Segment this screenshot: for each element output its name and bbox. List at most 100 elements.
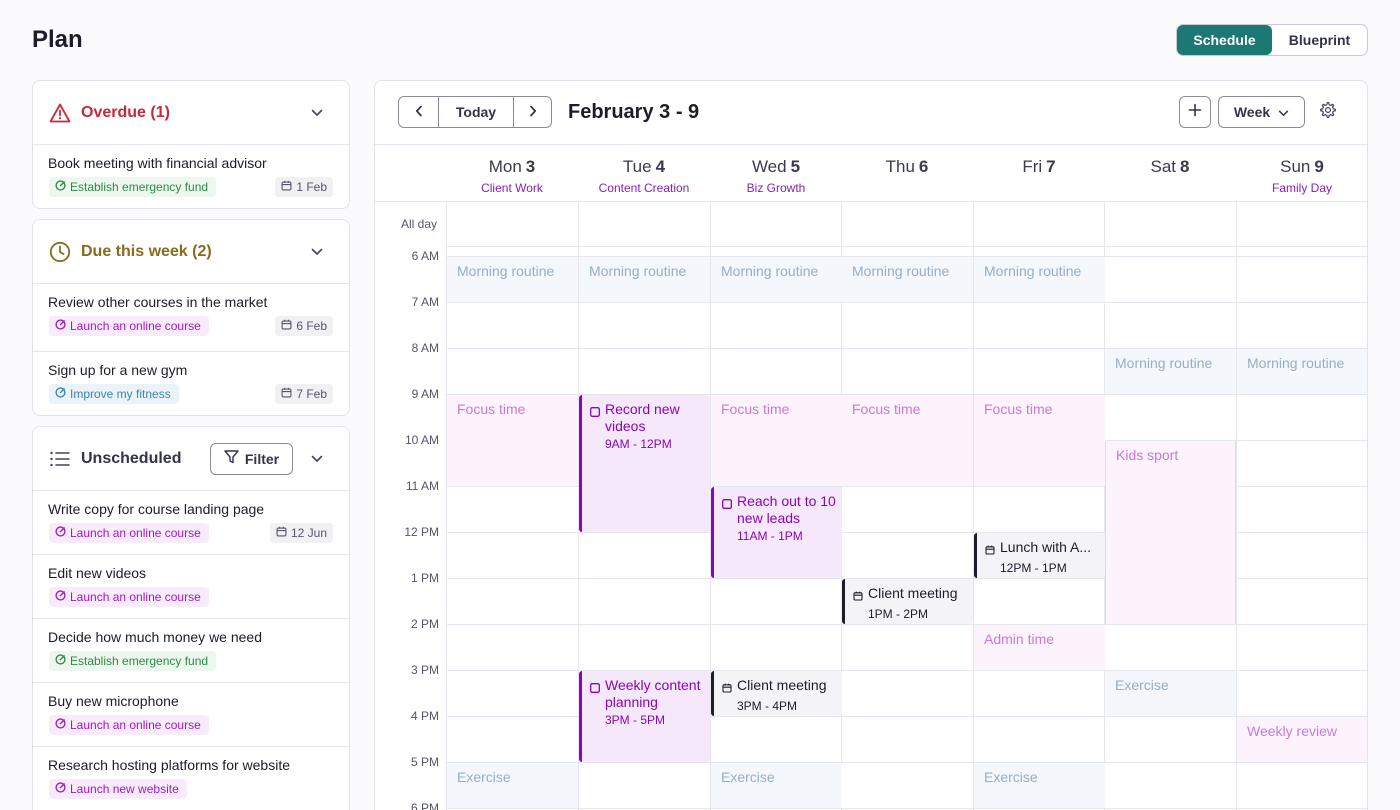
time-block[interactable]: Kids sport — [1105, 441, 1236, 624]
goal-tag[interactable]: Launch an online course — [49, 715, 209, 735]
time-block[interactable]: Morning routine — [1237, 349, 1367, 394]
day-header[interactable]: Fri 7 — [973, 145, 1105, 201]
task-event[interactable]: Record new videos 9AM - 12PM — [579, 395, 710, 532]
goal-tag[interactable]: Launch new website — [49, 779, 187, 799]
time-block[interactable]: Morning routine — [842, 257, 973, 302]
goal-icon — [55, 387, 66, 401]
task-item[interactable]: Write copy for course landing page Launc… — [33, 491, 349, 555]
plus-icon — [1188, 103, 1202, 122]
time-block[interactable]: Focus time — [447, 395, 578, 486]
event-title-row: Morning routine — [1115, 355, 1236, 372]
filter-button[interactable]: Filter — [210, 442, 293, 475]
meeting-event[interactable]: Lunch with A... 12PM - 1PM — [974, 533, 1105, 578]
time-block[interactable]: Focus time — [711, 395, 842, 486]
time-block[interactable]: Focus time — [842, 395, 973, 486]
due-date: 12 Jun — [290, 526, 327, 540]
schedule-tab[interactable]: Schedule — [1177, 25, 1272, 55]
prev-week-button[interactable] — [399, 97, 438, 127]
time-block[interactable]: Admin time — [974, 625, 1105, 670]
day-header[interactable]: Tue 4 Content Creation — [578, 145, 710, 201]
task-item[interactable]: Decide how much money we need Establish … — [33, 619, 349, 683]
calendar-icon — [722, 680, 732, 697]
event-title-row: Morning routine — [589, 263, 710, 280]
day-header[interactable]: Sat 8 — [1104, 145, 1236, 201]
event-time: 11AM - 1PM — [737, 529, 803, 543]
meeting-event[interactable]: Client meeting 1PM - 2PM — [842, 579, 973, 624]
task-item[interactable]: Buy new microphone Launch an online cour… — [33, 683, 349, 747]
time-block[interactable]: Exercise — [1105, 671, 1236, 716]
due-this-week-header[interactable]: Due this week (2) — [33, 220, 349, 284]
day-theme[interactable]: Family Day — [1236, 181, 1367, 195]
filter-label: Filter — [244, 450, 280, 467]
day-theme[interactable]: Client Work — [446, 181, 578, 195]
event-title-row: Admin time — [984, 631, 1105, 648]
day-header[interactable]: Mon 3 Client Work — [446, 145, 578, 201]
day-number: 5 — [790, 157, 801, 176]
chevron-down-icon[interactable] — [309, 451, 325, 467]
goal-tag[interactable]: Launch an online course — [49, 523, 209, 543]
task-name: Buy new microphone — [48, 693, 179, 709]
next-week-button[interactable] — [513, 97, 551, 127]
event-title-row: Exercise — [457, 769, 578, 786]
task-item[interactable]: Sign up for a new gym Improve my fitness… — [33, 352, 349, 415]
time-block[interactable]: Morning routine — [711, 257, 842, 302]
task-name: Write copy for course landing page — [48, 501, 265, 517]
event-title-row: Morning routine — [984, 263, 1105, 280]
due-date-badge: 6 Feb — [275, 316, 333, 336]
goal-tag[interactable]: Establish emergency fund — [49, 651, 217, 671]
day-theme[interactable]: Biz Growth — [710, 181, 842, 195]
event-title: Exercise — [457, 769, 511, 785]
day-label: Tue 4 — [578, 157, 710, 177]
time-block[interactable]: Exercise — [711, 763, 842, 808]
time-block[interactable]: Focus time — [974, 395, 1105, 486]
time-block[interactable]: Morning routine — [1105, 349, 1236, 394]
day-header[interactable]: Thu 6 — [841, 145, 973, 201]
task-item[interactable]: Book meeting with financial advisor Esta… — [33, 145, 349, 208]
goal-tag[interactable]: Improve my fitness — [49, 384, 179, 404]
time-block[interactable]: Morning routine — [974, 257, 1105, 302]
hour-line — [446, 302, 1367, 303]
gear-icon — [1319, 101, 1337, 124]
task-item[interactable]: Edit new videos Launch an online course — [33, 555, 349, 619]
event-title-row: Morning routine — [1247, 355, 1367, 372]
chevron-down-icon[interactable] — [309, 244, 325, 260]
time-block[interactable]: Morning routine — [447, 257, 578, 302]
day-number: 8 — [1180, 157, 1190, 176]
time-block[interactable]: Exercise — [974, 763, 1105, 808]
event-title-row: Weekly review — [1247, 723, 1367, 740]
goal-label: Launch an online course — [70, 590, 201, 604]
day-header[interactable]: Wed 5 Biz Growth — [710, 145, 842, 201]
event-title-row: Focus time — [457, 401, 578, 418]
today-button[interactable]: Today — [438, 97, 513, 127]
task-event[interactable]: Weekly content planning 3PM - 5PM — [579, 671, 710, 762]
add-event-button[interactable] — [1179, 96, 1211, 128]
goal-tag[interactable]: Launch an online course — [49, 587, 209, 607]
meeting-event[interactable]: Client meeting 3PM - 4PM — [711, 671, 842, 716]
chevron-down-icon[interactable] — [309, 105, 325, 121]
time-block[interactable]: Morning routine — [579, 257, 710, 302]
event-title-row: Client meeting — [722, 677, 842, 697]
goal-tag[interactable]: Establish emergency fund — [49, 177, 217, 197]
day-label: Thu 6 — [841, 157, 973, 177]
settings-button[interactable] — [1318, 101, 1338, 124]
event-title: Morning routine — [1115, 355, 1213, 371]
task-event[interactable]: Reach out to 10 new leads 11AM - 1PM — [711, 487, 842, 578]
checkbox-icon[interactable] — [590, 404, 600, 421]
task-item[interactable]: Research hosting platforms for website L… — [33, 747, 349, 810]
event-title: Exercise — [721, 769, 775, 785]
calendar-toolbar: Today February 3 - 9 Week — [375, 81, 1367, 145]
checkbox-icon[interactable] — [722, 496, 732, 513]
view-select[interactable]: Week — [1218, 96, 1305, 128]
checkbox-icon[interactable] — [590, 680, 600, 697]
time-block[interactable]: Exercise — [447, 763, 578, 808]
day-theme[interactable]: Content Creation — [578, 181, 710, 195]
day-header[interactable]: Sun 9 Family Day — [1236, 145, 1367, 201]
event-title: Weekly content planning — [605, 677, 701, 710]
goal-tag[interactable]: Launch an online course — [49, 316, 209, 336]
blueprint-tab[interactable]: Blueprint — [1272, 25, 1367, 55]
task-item[interactable]: Review other courses in the market Launc… — [33, 284, 349, 352]
hour-label: 7 AM — [411, 295, 439, 309]
time-block[interactable]: Weekly review — [1237, 717, 1367, 762]
overdue-header[interactable]: Overdue (1) — [33, 81, 349, 145]
task-name: Research hosting platforms for website — [48, 757, 290, 773]
